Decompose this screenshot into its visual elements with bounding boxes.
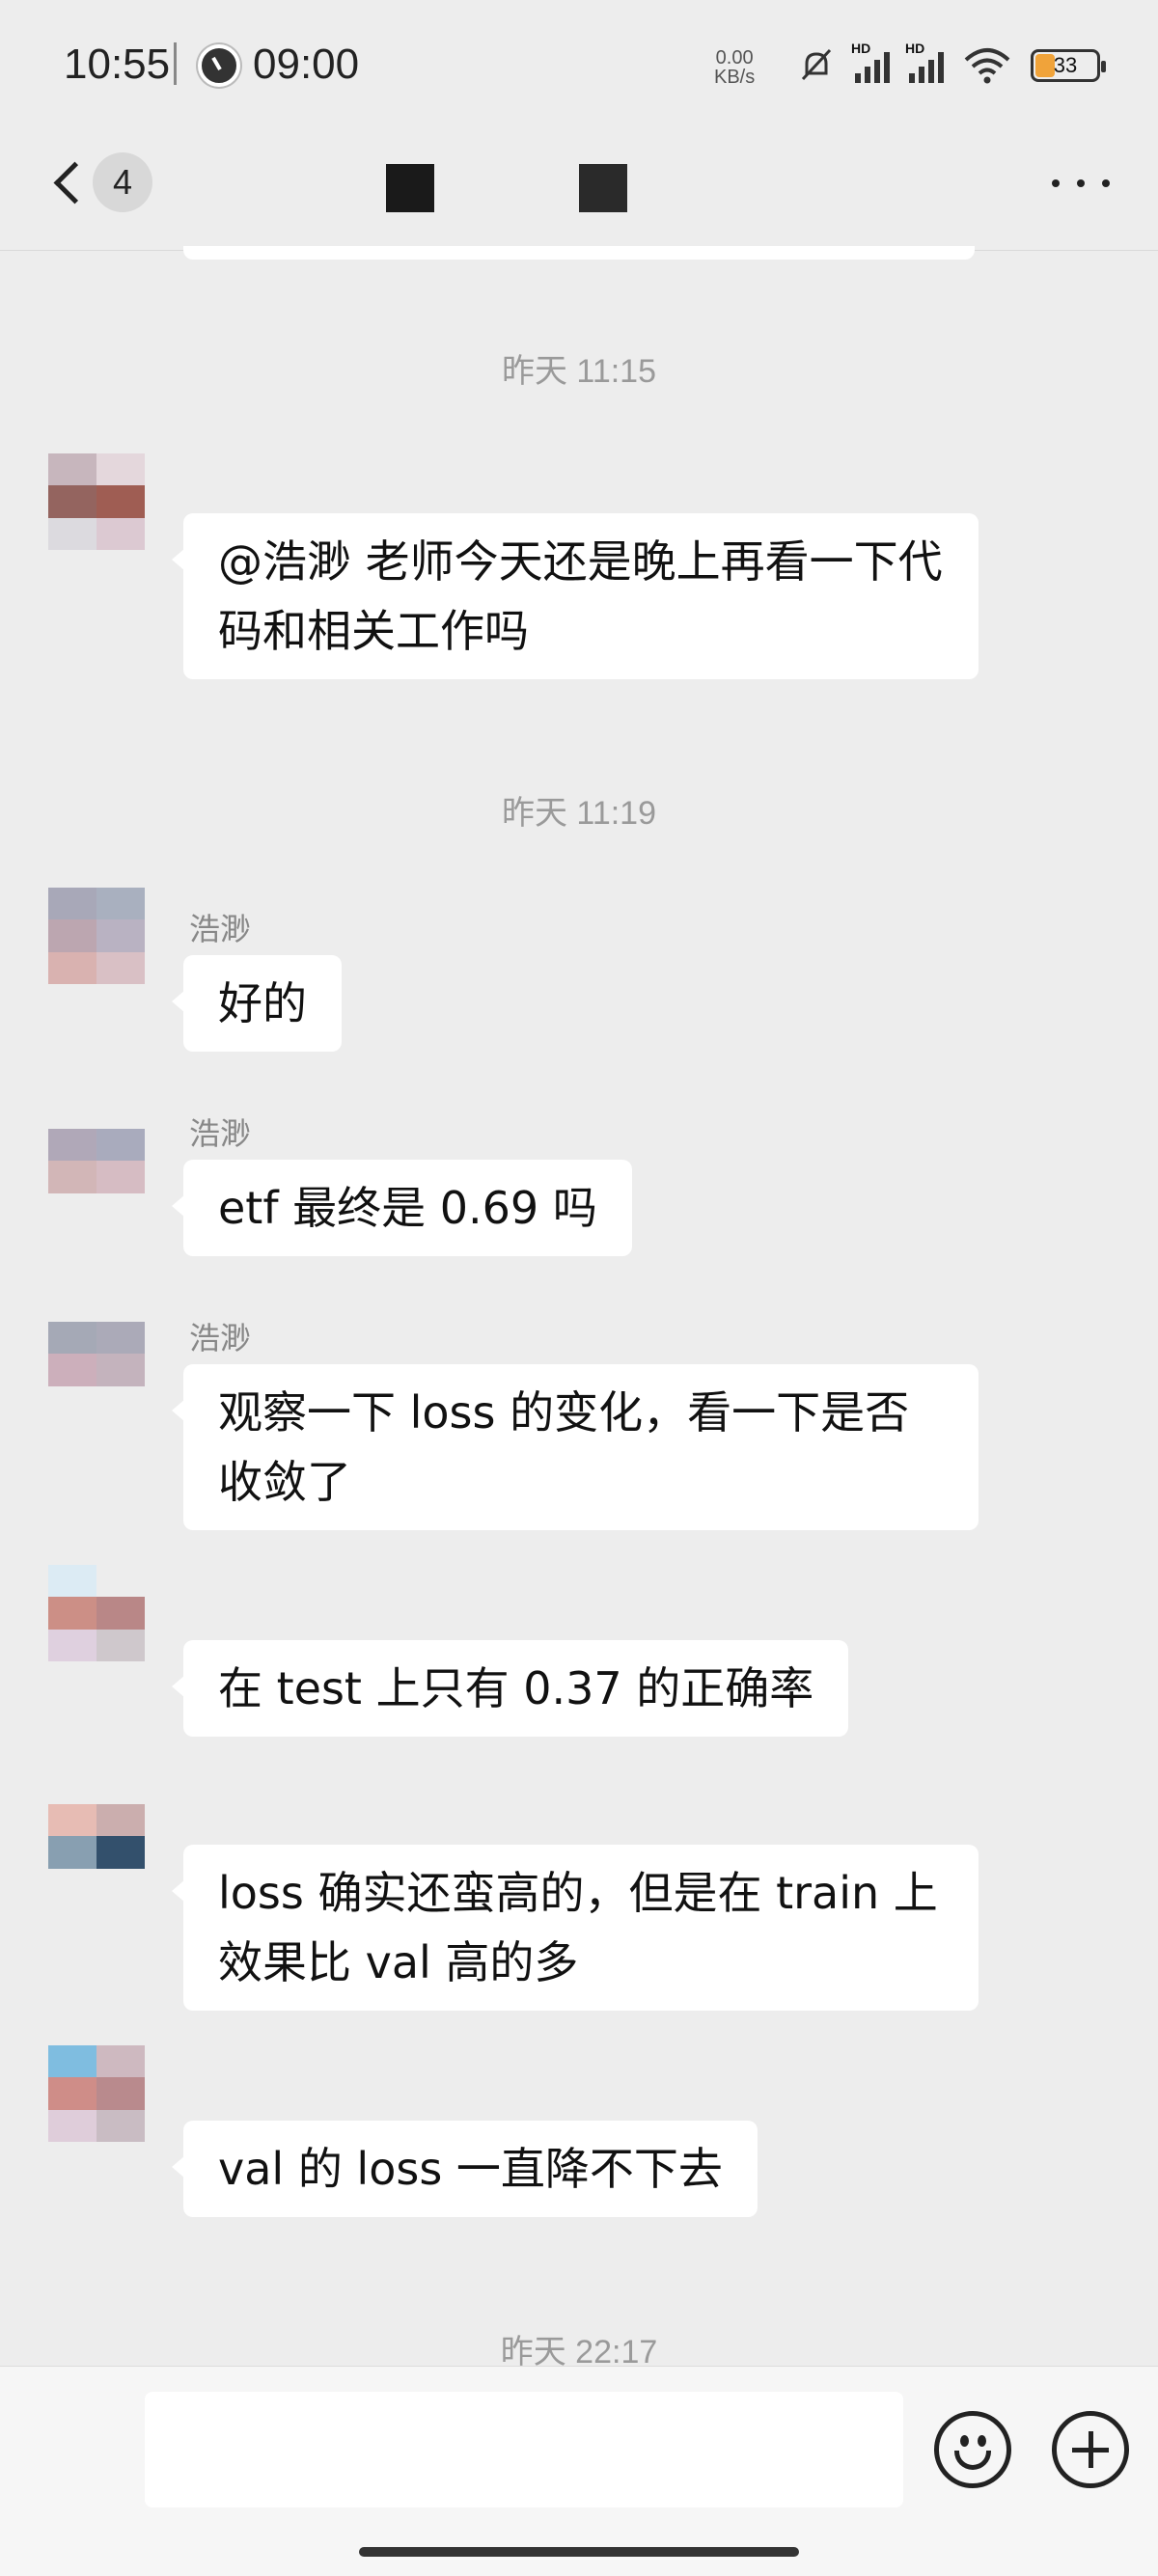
chat-header: 4 [0,135,1158,251]
input-bar [0,2366,1158,2576]
avatar[interactable] [48,1565,145,1661]
message-input[interactable] [145,2392,903,2507]
mute-bell-icon [801,48,832,81]
avatar[interactable] [48,1129,145,1225]
avatar[interactable] [48,888,145,984]
avatar[interactable] [48,1322,145,1418]
timestamp: 昨天 11:15 [501,353,656,390]
status-bar: 10:55 09:00 0.00 KB/s HD HD 33 [0,0,1158,135]
message-bubble[interactable]: etf 最终是 0.69 吗 [172,1160,632,1256]
net-speed-value: 0.00 [715,47,754,69]
home-indicator[interactable] [359,2547,799,2557]
net-speed: 0.00 KB/s [714,48,755,87]
wifi-icon [964,48,1010,84]
unread-count-badge[interactable]: 4 [93,152,152,212]
message-bubble[interactable]: 好的 [172,955,342,1052]
net-speed-unit: KB/s [714,67,756,88]
sender-name: 浩渺 [189,1320,252,1357]
message-bubble[interactable]: @浩渺 老师今天还是晚上再看一下代码和相关工作吗 [172,513,979,679]
clock-app-icon [198,44,240,87]
more-dots-icon[interactable] [1052,174,1110,193]
previous-message-bubble [183,246,975,260]
status-icons: HD HD 33 [797,41,1106,85]
status-separator [174,42,177,85]
avatar[interactable] [48,2045,145,2142]
avatar[interactable] [48,1804,145,1901]
sender-name: 浩渺 [189,1115,252,1152]
sender-name: 浩渺 [189,911,252,947]
message-bubble[interactable]: loss 确实还蛮高的，但是在 train 上效果比 val 高的多 [172,1845,979,2011]
signal-hd-label: HD [851,41,871,56]
battery-level: 33 [1053,53,1078,77]
plus-icon[interactable] [1052,2411,1129,2488]
signal-hd-label: HD [905,41,925,56]
battery-icon: 33 [1031,49,1106,82]
status-time: 10:55 [64,41,171,88]
message-bubble[interactable]: 观察一下 loss 的变化，看一下是否收敛了 [172,1364,979,1530]
avatar[interactable] [48,453,145,550]
chat-title-redacted [579,164,627,212]
alarm-time: 09:00 [253,41,360,88]
signal-icon: HD [905,41,944,83]
signal-icon: HD [851,41,890,83]
message-bubble[interactable]: val 的 loss 一直降不下去 [172,2121,758,2217]
chat-title-redacted [386,164,434,212]
timestamp: 昨天 11:19 [501,795,656,832]
emoji-icon[interactable] [934,2411,1011,2488]
message-bubble[interactable]: 在 test 上只有 0.37 的正确率 [171,1640,849,1737]
back-arrow-icon[interactable] [42,154,100,212]
